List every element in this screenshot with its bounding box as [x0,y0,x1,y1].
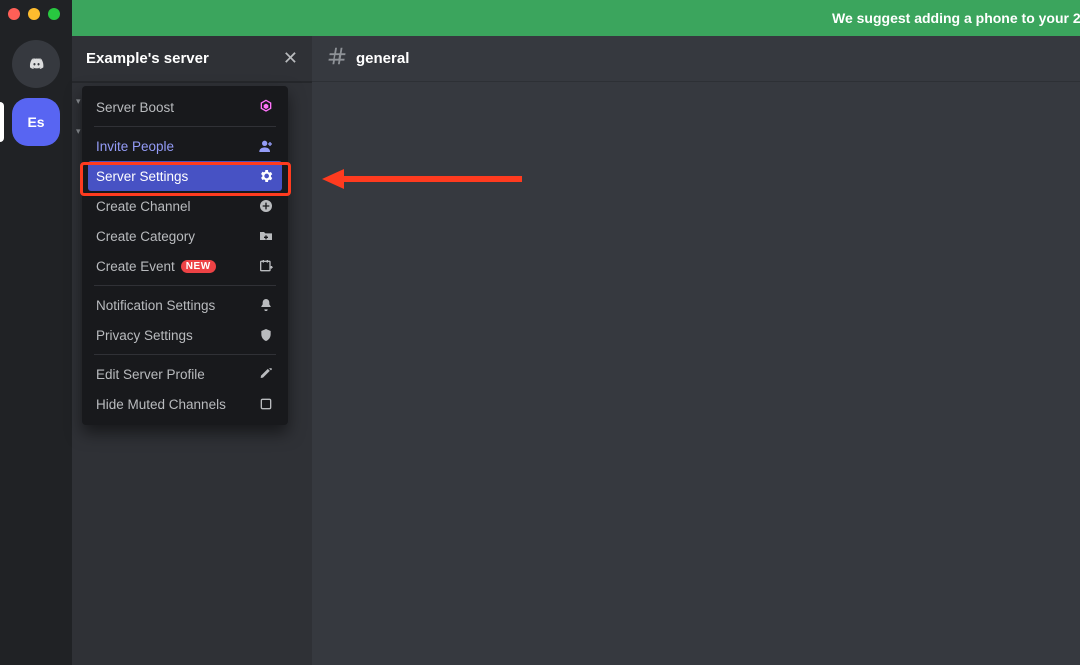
chat-area [312,82,1080,665]
server-item-example[interactable]: Es [12,98,60,146]
menu-label: Create Event [96,259,175,274]
channel-topbar: general [312,36,1080,82]
close-icon[interactable]: ✕ [283,48,298,69]
channel-name: general [356,50,409,67]
server-header[interactable]: Example's server ✕ [72,36,312,82]
menu-item-privacy-settings[interactable]: Privacy Settings [88,320,282,350]
close-window-button[interactable] [8,8,20,20]
chevron-down-icon[interactable]: ▾ [76,96,81,107]
menu-item-create-category[interactable]: Create Category [88,221,282,251]
chevron-down-icon[interactable]: ▾ [76,126,81,137]
bell-icon [258,297,274,313]
menu-label: Edit Server Profile [96,367,205,382]
menu-item-server-settings[interactable]: Server Settings [88,161,282,191]
server-dropdown-menu: Server Boost Invite People Server Settin… [82,86,288,425]
server-abbr: Es [27,114,44,130]
menu-label: Hide Muted Channels [96,397,226,412]
menu-label: Create Category [96,229,195,244]
hash-icon [326,45,348,72]
plus-circle-icon [258,198,274,214]
zoom-window-button[interactable] [48,8,60,20]
two-factor-banner[interactable]: We suggest adding a phone to your 2 fact… [72,0,1080,36]
menu-item-create-event[interactable]: Create Event NEW [88,251,282,281]
server-rail: Es [0,0,72,665]
menu-separator [94,354,276,355]
discord-logo-icon [28,56,44,72]
menu-separator [94,285,276,286]
menu-item-hide-muted-channels[interactable]: Hide Muted Channels [88,389,282,419]
shield-icon [258,327,274,343]
home-button[interactable] [12,40,60,88]
menu-label: Server Boost [96,100,174,115]
menu-item-create-channel[interactable]: Create Channel [88,191,282,221]
menu-label: Invite People [96,139,174,154]
checkbox-empty-icon [258,396,274,412]
boost-icon [258,99,274,115]
menu-item-edit-server-profile[interactable]: Edit Server Profile [88,359,282,389]
menu-label: Server Settings [96,169,188,184]
banner-text: We suggest adding a phone to your 2 fact… [832,10,1080,26]
menu-label: Notification Settings [96,298,215,313]
server-name: Example's server [86,50,209,67]
invite-icon [258,138,274,154]
menu-label: Create Channel [96,199,191,214]
pencil-icon [258,366,274,382]
folder-plus-icon [258,228,274,244]
menu-item-server-boost[interactable]: Server Boost [88,92,282,122]
menu-separator [94,126,276,127]
calendar-plus-icon [258,258,274,274]
window-traffic-lights [0,0,72,28]
menu-item-invite-people[interactable]: Invite People [88,131,282,161]
new-badge: NEW [181,260,216,273]
menu-item-notification-settings[interactable]: Notification Settings [88,290,282,320]
minimize-window-button[interactable] [28,8,40,20]
gear-icon [258,168,274,184]
menu-label: Privacy Settings [96,328,193,343]
